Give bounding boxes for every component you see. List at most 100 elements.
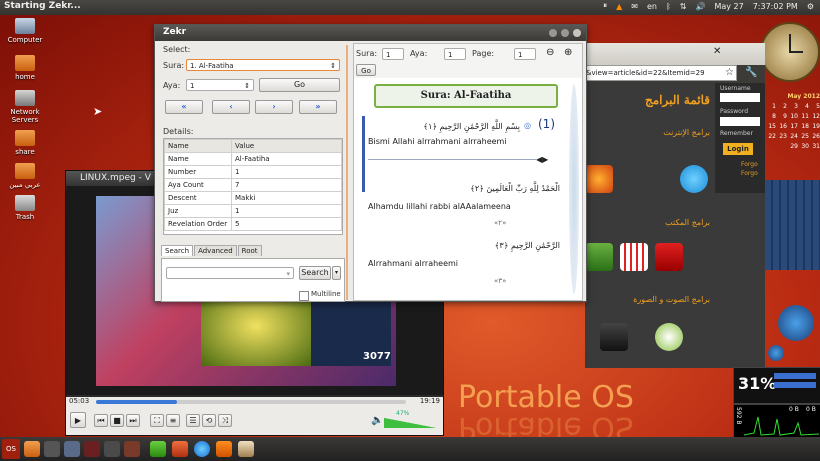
calendar-day[interactable]: 3 [790,103,798,110]
calendar-day[interactable]: 30 [801,143,809,150]
view-page-input[interactable]: 1 [514,48,536,60]
table-row[interactable]: Juz 1 [164,204,342,218]
view-aya-input[interactable]: 1 [444,48,466,60]
calendar-day[interactable]: 2 [779,103,787,110]
calendar-day[interactable]: 31 [812,143,820,150]
stop-button[interactable]: ■ [110,414,124,427]
desktop-icon-arabic[interactable]: عربي مبين [0,163,50,189]
gear-icon[interactable]: ⚙ [807,2,814,11]
next-button[interactable]: ⏭ [126,414,140,427]
window-thumbnail[interactable] [64,441,80,457]
sura-select[interactable]: 1. Al-Faatiha ⇕ [186,59,340,71]
calendar-day[interactable]: 12 [812,113,820,120]
close-icon[interactable] [573,29,581,37]
volume-icon[interactable]: 🔈 [371,415,383,426]
splitter[interactable] [346,45,348,300]
calendar-day[interactable]: 9 [779,113,787,120]
calendar-day[interactable]: 4 [801,103,809,110]
view-go-button[interactable]: Go [356,64,376,76]
search-input[interactable]: ▾ [166,267,294,279]
firefox-icon[interactable] [585,165,613,193]
vlc-icon[interactable]: ▲ [616,2,622,11]
shuffle-button[interactable]: ⤨ [218,414,232,427]
play-button[interactable]: ▶ [70,412,86,428]
maximize-icon[interactable] [561,29,569,37]
network-icon[interactable]: ⇅ [680,2,687,11]
calendar-day[interactable]: 16 [779,123,787,130]
star-icon[interactable]: ☆ [725,67,734,78]
settings-button[interactable]: ≡ [166,414,180,427]
calendar-day[interactable]: 15 [768,123,776,130]
pdf-icon[interactable] [655,243,683,271]
window-thumbnail[interactable] [124,441,140,457]
mail-icon[interactable]: ✉ [631,2,638,11]
forgot-link-2[interactable]: Forgo [741,170,758,177]
spreadsheet-icon[interactable] [620,243,648,271]
view-sura-input[interactable]: 1 [382,48,404,60]
username-input[interactable] [720,93,760,102]
browser-icon[interactable] [194,441,210,457]
tab-root[interactable]: Root [237,245,262,256]
playlist-button[interactable]: ☰ [186,414,200,427]
window-thumbnail[interactable] [104,441,120,457]
calendar-day[interactable]: 11 [801,113,809,120]
bookmark-icon[interactable]: ◎ [524,121,531,130]
table-row[interactable]: Revelation Order 5 [164,217,342,231]
calendar-day[interactable]: 17 [790,123,798,130]
tab-advanced[interactable]: Advanced [194,245,237,256]
bluetooth-icon[interactable]: ᛒ [666,2,671,11]
loop-button[interactable]: ⟲ [202,414,216,427]
music-cd-icon[interactable] [655,323,683,351]
calendar-day[interactable]: 25 [801,133,809,140]
forgot-link-1[interactable]: Forgo [741,161,758,168]
login-button[interactable]: Login [723,143,753,155]
previous-aya-button[interactable]: ‹ [212,100,250,114]
clapperboard-icon[interactable] [600,323,628,351]
book-icon[interactable] [238,441,254,457]
clock-date[interactable]: May 27 [714,2,743,11]
calendar-day[interactable]: 22 [768,133,776,140]
wrench-icon[interactable]: 🔧 [745,67,757,78]
desktop-icon-computer[interactable]: Computer [0,18,50,44]
volume-icon[interactable]: 🔊 [695,2,705,11]
search-options-button[interactable]: ▾ [332,266,341,280]
table-row[interactable]: Descent Makki [164,191,342,205]
calendar-day[interactable]: 19 [812,123,820,130]
go-button[interactable]: Go [259,78,340,92]
folder-icon[interactable] [24,441,40,457]
window-thumbnail[interactable] [44,441,60,457]
multiline-checkbox[interactable] [299,291,309,301]
previous-button[interactable]: ⏮ [94,414,108,427]
calendar-day[interactable]: 24 [790,133,798,140]
vlc-icon[interactable] [216,441,232,457]
calendar-day[interactable]: 26 [812,133,820,140]
clock-time[interactable]: 7:37:02 PM [753,2,798,11]
seek-bar[interactable] [96,400,406,404]
calendar-day[interactable]: 18 [801,123,809,130]
desktop-icon-trash[interactable]: Trash [0,195,50,221]
table-row[interactable]: Name Al-Faatiha [164,152,342,166]
play-audio-icon[interactable]: ◀▶ [536,155,548,164]
desktop-icon-home[interactable]: home [0,55,50,81]
add-icon[interactable] [150,441,166,457]
last-aya-button[interactable]: » [299,100,337,114]
first-aya-button[interactable]: « [165,100,203,114]
close-icon[interactable]: ✕ [713,46,721,57]
fullscreen-button[interactable]: ⛶ [150,414,164,427]
zoom-out-icon[interactable]: ⊖ [546,47,554,58]
table-row[interactable]: Aya Count 7 [164,178,342,192]
calendar-day[interactable]: 5 [812,103,820,110]
books-icon[interactable] [585,243,613,271]
bag-icon[interactable] [172,441,188,457]
desktop-icon-network[interactable]: Network Servers [0,90,50,124]
next-aya-button[interactable]: › [255,100,293,114]
zoom-in-icon[interactable]: ⊕ [564,47,572,58]
calendar-day[interactable]: 29 [790,143,798,150]
table-row[interactable]: Number 1 [164,165,342,179]
keyboard-lang[interactable]: en [647,2,657,11]
address-bar[interactable]: &view=article&id=22&Itemid=29 [585,65,737,81]
aya-select[interactable]: 1 ⇕ [186,79,254,91]
search-button[interactable]: Search [299,266,331,280]
tab-search[interactable]: Search [161,245,194,256]
window-thumbnail[interactable] [84,441,100,457]
